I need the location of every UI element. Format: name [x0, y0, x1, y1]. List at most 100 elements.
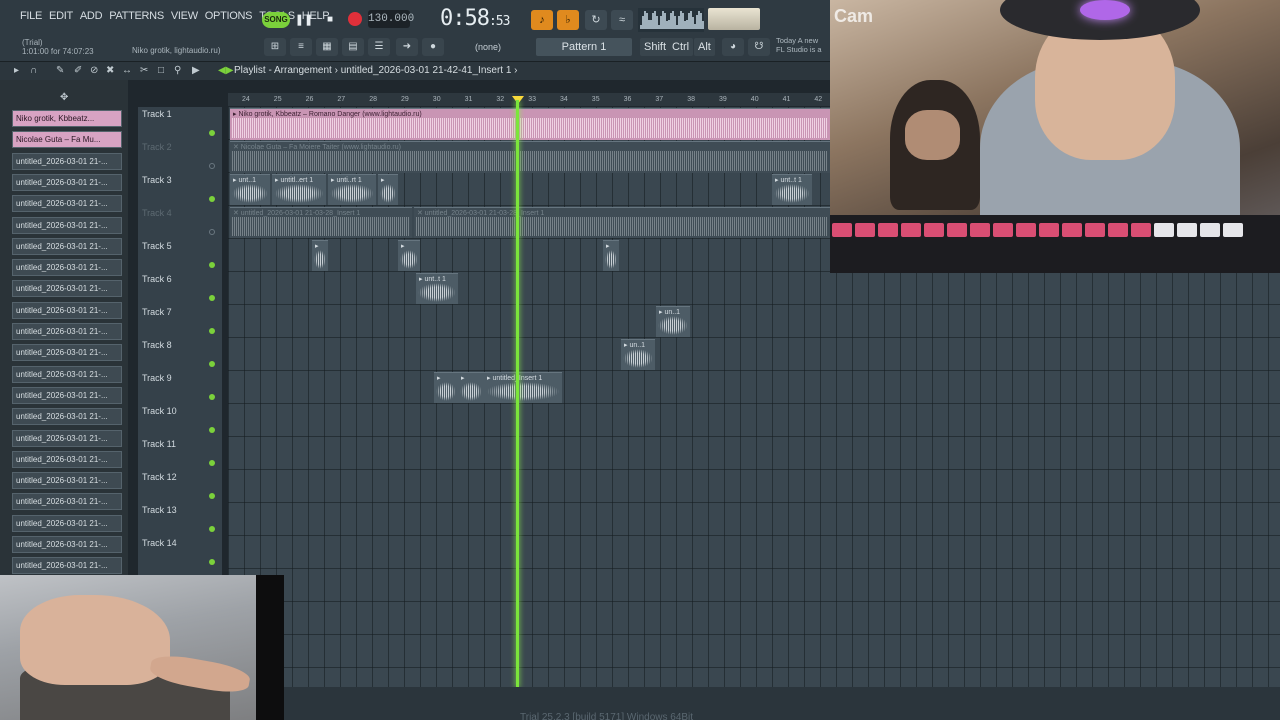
track-name[interactable]: Track 13	[142, 505, 177, 515]
track-name[interactable]: Track 9	[142, 373, 172, 383]
clip-t9b[interactable]: ▸	[458, 372, 484, 403]
clip-t5a[interactable]: ▸	[312, 240, 328, 271]
piano-roll-icon[interactable]: ▦	[316, 38, 338, 56]
playhead[interactable]	[516, 100, 519, 688]
clip-t3a[interactable]: ▸ unt..1	[230, 174, 270, 205]
snap-icon[interactable]: ⊞	[264, 38, 286, 56]
pause-icon[interactable]: ❚❚	[294, 10, 314, 30]
browser-clip-item[interactable]: Niko grotik, Kbbeatz...	[12, 110, 122, 127]
track-name[interactable]: Track 7	[142, 307, 172, 317]
track-name[interactable]: Track 8	[142, 340, 172, 350]
zoom-icon[interactable]: ⚲	[174, 65, 181, 76]
track-mute-led[interactable]	[209, 295, 215, 301]
menu-file[interactable]: FILE	[20, 10, 42, 22]
browser-clip-item[interactable]: untitled_2026-03-01 21-...	[12, 344, 122, 362]
mixer-icon[interactable]: ☰	[368, 38, 390, 56]
browser-clip-item[interactable]: untitled_2026-03-01 21-...	[12, 365, 122, 383]
clip-t3e[interactable]: ▸ unt..t 1	[772, 174, 812, 205]
track-name[interactable]: Track 10	[142, 406, 177, 416]
track-mute-led[interactable]	[209, 427, 215, 433]
browser-clip-item[interactable]: untitled_2026-03-01 21-...	[12, 514, 122, 532]
menu-edit[interactable]: EDIT	[49, 10, 73, 22]
track-name[interactable]: Track 5	[142, 241, 172, 251]
track-mute-led[interactable]	[209, 526, 215, 532]
pattern-none[interactable]: (none)	[460, 38, 516, 56]
browser-clip-item[interactable]: untitled_2026-03-01 21-...	[12, 429, 122, 447]
clip-t8[interactable]: ▸ un..1	[621, 339, 655, 370]
clip-muted-track2[interactable]: ✕ Nicolae Guta – Fa Moiere Taiter (www.l…	[230, 141, 830, 173]
track-name[interactable]: Track 11	[142, 439, 176, 449]
clip-muted-t4a[interactable]: ✕ untitled_2026-03-01 21-03-28_Insert 1	[230, 207, 412, 238]
browser-clip-item[interactable]: untitled_2026-03-01 21-...	[12, 450, 122, 468]
browser-clip-item[interactable]: untitled_2026-03-01 21-...	[12, 323, 122, 340]
stop-icon[interactable]: ■	[320, 10, 340, 30]
track-name[interactable]: Track 3	[142, 175, 172, 185]
arrow-right-icon[interactable]: ▸	[14, 65, 19, 76]
track-mute-led[interactable]	[209, 460, 215, 466]
ctrl-key[interactable]: Ctrl	[668, 38, 694, 56]
select-icon[interactable]: □	[158, 65, 164, 76]
song-mode-toggle[interactable]: SONG	[262, 12, 290, 28]
track-mute-led[interactable]	[209, 262, 215, 268]
channel-rack-icon[interactable]: ▤	[342, 38, 364, 56]
news-panel[interactable]: Today A new FL Studio is a	[776, 36, 828, 54]
clip-t3c[interactable]: ▸ unti..rt 1	[328, 174, 376, 205]
playlist-icon[interactable]: ≡	[290, 38, 312, 56]
track-name[interactable]: Track 2	[142, 142, 172, 152]
track-name[interactable]: Track 4	[142, 208, 172, 218]
browser-clip-item[interactable]: untitled_2026-03-01 21-...	[12, 301, 122, 319]
arrow-icon[interactable]: ➜	[396, 38, 418, 56]
brush-icon[interactable]: ✐	[74, 65, 82, 76]
clip-t7[interactable]: ▸ un..1	[656, 306, 690, 337]
track-mute-led[interactable]	[209, 361, 215, 367]
clip-t9c[interactable]: ▸ untitled_Insert 1	[484, 372, 562, 403]
clip-t5c[interactable]: ▸	[603, 240, 619, 271]
browser-clip-item[interactable]: untitled_2026-03-01 21-...	[12, 386, 122, 404]
menu-patterns[interactable]: PATTERNS	[109, 10, 164, 22]
slice-icon[interactable]: ✂	[140, 65, 148, 76]
track-mute-led[interactable]	[209, 229, 215, 235]
browser-clip-item[interactable]: untitled_2026-03-01 21-...	[12, 173, 122, 191]
clip-t3b[interactable]: ▸ untitl..ert 1	[272, 174, 326, 205]
track-name[interactable]: Track 14	[142, 538, 177, 548]
track-mute-led[interactable]	[209, 196, 215, 202]
pencil-icon[interactable]: ✎	[56, 65, 64, 76]
track-mute-led[interactable]	[209, 559, 215, 565]
shop-icon[interactable]: ☋	[748, 38, 770, 56]
tempo-display[interactable]: 130.000	[368, 10, 414, 28]
clip-t9a[interactable]: ▸	[434, 372, 458, 403]
track-mute-led[interactable]	[209, 493, 215, 499]
browser-clip-item[interactable]: untitled_2026-03-01 21-...	[12, 237, 122, 255]
delete-icon[interactable]: ⊘	[90, 65, 98, 76]
browser-clip-item[interactable]: untitled_2026-03-01 21-...	[12, 408, 122, 426]
mute-icon[interactable]: ✖	[106, 65, 114, 76]
track-name[interactable]: Track 12	[142, 472, 177, 482]
browser-clip-item[interactable]: untitled_2026-03-01 21-...	[12, 493, 122, 511]
playback-icon[interactable]: ▶	[192, 65, 200, 76]
record-button[interactable]	[348, 12, 362, 26]
clip-song-main[interactable]: ▸ Niko grotik, Kbbeatz – Romano Danger (…	[230, 108, 830, 140]
clip-t5b[interactable]: ▸	[398, 240, 420, 271]
track-mute-led[interactable]	[209, 163, 215, 169]
track-mute-led[interactable]	[209, 328, 215, 334]
track-name[interactable]: Track 6	[142, 274, 172, 284]
clip-muted-t4b[interactable]: ✕ untitled_2026-03-01 21-03-28_Insert 1	[414, 207, 830, 238]
shift-key[interactable]: Shift	[640, 38, 671, 56]
move-icon[interactable]: ✥	[60, 92, 68, 103]
menu-view[interactable]: VIEW	[171, 10, 198, 22]
track-mute-led[interactable]	[209, 130, 215, 136]
browser-clip-item[interactable]: untitled_2026-03-01 21-...	[12, 472, 122, 490]
mic-icon[interactable]: ●	[422, 38, 444, 56]
menu-options[interactable]: OPTIONS	[205, 10, 253, 22]
browser-clip-item[interactable]: untitled_2026-03-01 21-...	[12, 216, 122, 234]
menu-add[interactable]: ADD	[80, 10, 103, 22]
browser-clip-item[interactable]: untitled_2026-03-01 21-...	[12, 195, 122, 213]
song-time-display[interactable]: 0:58:53	[440, 6, 510, 31]
browser-clip-item[interactable]: untitled_2026-03-01 21-...	[12, 152, 122, 170]
metronome-icon[interactable]: ♪	[531, 10, 553, 30]
clip-t6[interactable]: ▸ unt..t 1	[416, 273, 458, 304]
clip-t3d[interactable]: ▸	[378, 174, 398, 205]
browser-clip-item[interactable]: untitled_2026-03-01 21-...	[12, 259, 122, 277]
browser-clip-item[interactable]: untitled_2026-03-01 21-...	[12, 536, 122, 553]
wave-icon[interactable]: ≈	[611, 10, 633, 30]
